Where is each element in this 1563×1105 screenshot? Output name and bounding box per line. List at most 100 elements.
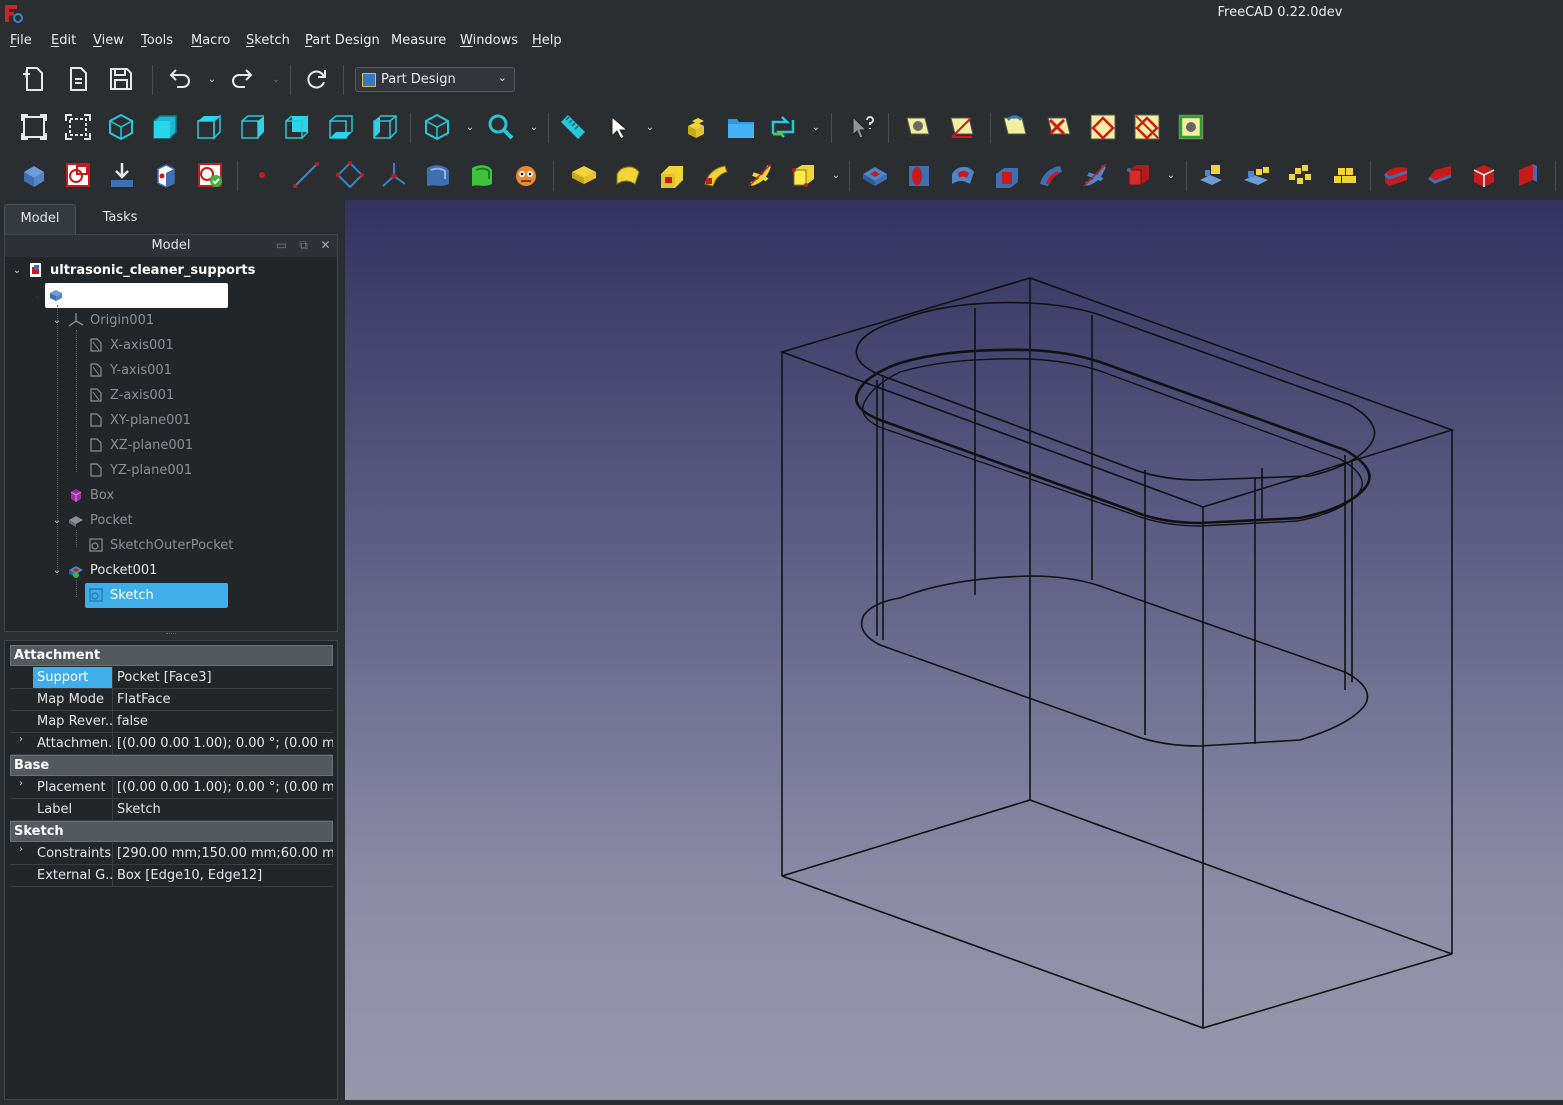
whats-this-icon[interactable] (845, 110, 879, 144)
measure-angular-icon[interactable] (945, 110, 979, 144)
property-group-attachment[interactable]: Attachment (10, 645, 333, 666)
property-value[interactable]: Sketch (114, 799, 333, 820)
redo-icon[interactable] (226, 62, 260, 96)
additive-primitive-icon[interactable] (787, 158, 821, 192)
property-row-label[interactable]: Label Sketch (10, 799, 333, 821)
pad-icon[interactable] (567, 158, 601, 192)
property-group-base[interactable]: Base (10, 755, 333, 776)
bottom-view-icon[interactable] (324, 110, 358, 144)
sync-dropdown-icon[interactable]: ⌄ (809, 110, 823, 144)
tree-item-x-axis[interactable]: X-axis001 (88, 333, 174, 357)
property-value[interactable]: FlatFace (114, 689, 333, 710)
front-view-icon[interactable] (148, 110, 182, 144)
property-value[interactable]: Pocket [Face3] (114, 667, 333, 688)
datum-point-icon[interactable] (245, 158, 279, 192)
std-views-icon[interactable] (420, 110, 454, 144)
datum-plane-icon[interactable] (333, 158, 367, 192)
property-row-support[interactable]: Support Pocket [Face3] (10, 667, 333, 689)
menu-file[interactable]: File (10, 33, 32, 48)
refresh-icon[interactable] (299, 62, 333, 96)
property-group-sketch[interactable]: Sketch (10, 821, 333, 842)
subtractive-helix-icon[interactable] (1078, 158, 1112, 192)
property-row-constraints[interactable]: › Constraints [290.00 mm;150.00 mm;60.00… (10, 843, 333, 865)
tree-item-body[interactable]: ⌄ Body (30, 283, 103, 307)
new-document-icon[interactable] (17, 62, 51, 96)
tab-model[interactable]: Model (4, 204, 76, 234)
linear-pattern-icon[interactable] (1239, 158, 1273, 192)
tree-item-sketch[interactable]: Sketch (88, 583, 154, 607)
top-view-icon[interactable] (192, 110, 226, 144)
splitter-handle[interactable] (166, 633, 176, 636)
local-coordinate-system-icon[interactable] (377, 158, 411, 192)
sync-placement-icon[interactable] (766, 110, 800, 144)
chevron-down-icon[interactable]: ⌄ (50, 565, 64, 576)
property-value[interactable]: Box [Edge10, Edge12] (114, 865, 333, 886)
redo-dropdown-icon[interactable]: ⌄ (269, 62, 283, 96)
fit-all-icon[interactable] (17, 110, 51, 144)
subtractive-primitive-dropdown-icon[interactable]: ⌄ (1164, 158, 1178, 192)
dock-panel-icon[interactable]: ⧉ (297, 239, 310, 252)
tree-item-pocket001[interactable]: ⌄ Pocket001 (50, 558, 157, 582)
3d-viewport[interactable] (345, 200, 1563, 1100)
measure-toggle-all-icon[interactable] (1086, 110, 1120, 144)
tree-item-xy-plane[interactable]: XY-plane001 (88, 408, 191, 432)
measure-clear-icon[interactable] (1042, 110, 1076, 144)
chevron-down-icon[interactable]: ⌄ (50, 515, 64, 526)
zoom-dropdown-icon[interactable]: ⌄ (527, 110, 541, 144)
menu-windows[interactable]: Windows (460, 33, 518, 48)
multi-transform-icon[interactable] (1327, 158, 1361, 192)
selection-filter-icon[interactable] (600, 110, 634, 144)
property-value[interactable]: [(0.00 0.00 1.00); 0.00 °; (0.00 mm 0...… (114, 733, 333, 754)
chevron-down-icon[interactable]: ⌄ (30, 290, 44, 301)
right-view-icon[interactable] (236, 110, 270, 144)
chevron-right-icon[interactable]: › (14, 734, 28, 745)
menu-sketch[interactable]: Sketch (246, 33, 290, 48)
property-row-external-geometry[interactable]: External G... Box [Edge10, Edge12] (10, 865, 333, 887)
create-body-icon[interactable] (17, 158, 51, 192)
menu-macro[interactable]: Macro (191, 33, 230, 48)
chevron-right-icon[interactable]: › (14, 844, 28, 855)
tree-item-z-axis[interactable]: Z-axis001 (88, 383, 174, 407)
property-row-map-mode[interactable]: Map Mode FlatFace (10, 689, 333, 711)
rear-view-icon[interactable] (280, 110, 314, 144)
polar-pattern-icon[interactable] (1283, 158, 1317, 192)
zoom-icon[interactable] (484, 110, 518, 144)
subtractive-pipe-icon[interactable] (1034, 158, 1068, 192)
measure-toggle-3d-icon[interactable] (1130, 110, 1164, 144)
isometric-view-icon[interactable] (104, 110, 138, 144)
menu-part-design[interactable]: Part Design (305, 33, 380, 48)
menu-view[interactable]: View (93, 33, 124, 48)
measure-linear-icon[interactable] (901, 110, 935, 144)
std-views-dropdown-icon[interactable]: ⌄ (463, 110, 477, 144)
create-sketch-icon[interactable] (61, 158, 95, 192)
measure-ruler-icon[interactable] (556, 110, 590, 144)
groove-icon[interactable] (946, 158, 980, 192)
tree-item-pocket[interactable]: ⌄ Pocket (50, 508, 133, 532)
tree-item-sketch-outer-pocket[interactable]: SketchOuterPocket (88, 533, 233, 557)
measure-refresh-icon[interactable] (998, 110, 1032, 144)
additive-primitive-dropdown-icon[interactable]: ⌄ (829, 158, 843, 192)
tree-item-document[interactable]: ⌄ ultrasonic_cleaner_supports (10, 258, 256, 282)
sub-shape-binder-icon[interactable] (421, 158, 455, 192)
property-row-placement[interactable]: › Placement [(0.00 0.00 1.00); 0.00 °; (… (10, 777, 333, 799)
property-value[interactable]: [(0.00 0.00 1.00); 0.00 °; (0.00 mm 0...… (114, 777, 333, 798)
chevron-right-icon[interactable]: › (14, 778, 28, 789)
undo-icon[interactable] (162, 62, 196, 96)
close-panel-icon[interactable]: ✕ (319, 239, 332, 252)
menu-measure[interactable]: Measure (391, 33, 446, 48)
additive-feature-icon[interactable] (465, 158, 499, 192)
mirrored-icon[interactable] (1195, 158, 1229, 192)
property-value[interactable]: [290.00 mm;150.00 mm;60.00 mm;2... (114, 843, 333, 864)
open-document-icon[interactable] (61, 62, 95, 96)
selection-filter-dropdown-icon[interactable]: ⌄ (643, 110, 657, 144)
draft-icon[interactable] (1467, 158, 1501, 192)
menu-edit[interactable]: Edit (51, 33, 76, 48)
pocket-icon[interactable] (858, 158, 892, 192)
chamfer-icon[interactable] (1423, 158, 1457, 192)
clone-icon[interactable] (149, 158, 183, 192)
open-folder-icon[interactable] (724, 110, 758, 144)
part-boxes-icon[interactable] (680, 110, 714, 144)
fit-selection-icon[interactable] (61, 110, 95, 144)
property-value[interactable]: false (114, 711, 333, 732)
undo-dropdown-icon[interactable]: ⌄ (205, 62, 219, 96)
